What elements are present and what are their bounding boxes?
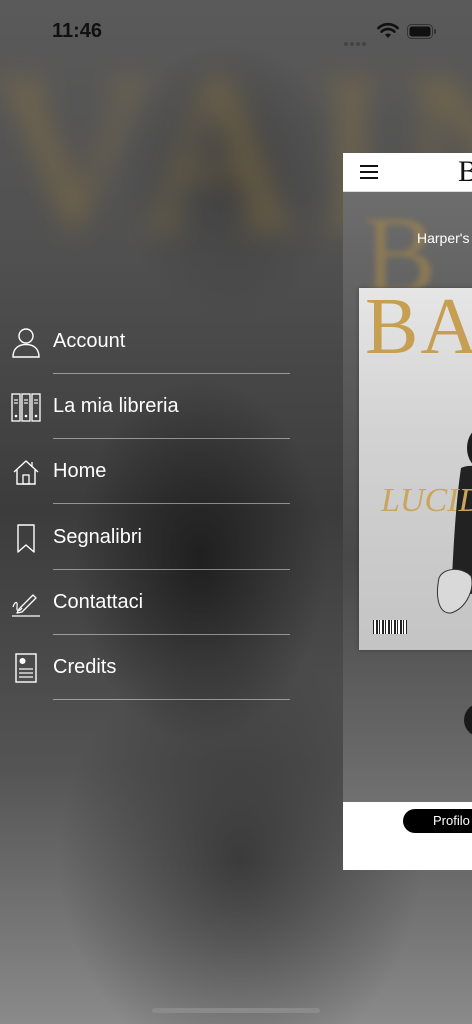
battery-icon: [407, 24, 436, 39]
menu-divider: [53, 503, 290, 504]
status-time: 11:46: [52, 20, 103, 42]
menu-label-bookmarks: Segnalibri: [53, 526, 142, 548]
menu-divider: [53, 699, 290, 700]
menu-label-contact: Contattaci: [53, 591, 144, 613]
menu-item-bookmarks[interactable]: Segnalibri: [0, 506, 300, 570]
home-icon: [13, 460, 39, 485]
content-header: B: [343, 153, 472, 192]
barcode-icon: [373, 620, 407, 634]
status-bar: 11:46: [0, 0, 472, 60]
cover-headline: LUCID: [381, 482, 472, 519]
menu-label-credits: Credits: [53, 656, 117, 678]
library-icon: [11, 393, 41, 422]
hamburger-menu-icon[interactable]: [360, 165, 378, 179]
menu-label-account: Account: [53, 330, 126, 352]
menu-divider: [53, 634, 290, 635]
magazine-subtitle: Harper's: [417, 230, 470, 246]
cover-title: BAZ: [365, 288, 472, 371]
menu-item-contact[interactable]: Contattaci: [0, 571, 300, 635]
profile-button-label: Profilo: [433, 813, 470, 828]
content-footer: Profilo: [343, 802, 472, 870]
menu-item-account[interactable]: Account: [0, 310, 300, 374]
profile-button[interactable]: Profilo: [403, 809, 472, 833]
wifi-icon: [377, 22, 399, 38]
menu-item-library[interactable]: La mia libreria: [0, 375, 300, 439]
signature-pen-icon: [12, 594, 40, 617]
menu-item-home[interactable]: Home: [0, 440, 300, 504]
content-body: B Harper's BAZ LUCID: [343, 192, 472, 802]
menu-divider: [53, 373, 290, 374]
brand-logo: B: [458, 155, 472, 188]
main-content-card[interactable]: B B Harper's BAZ LUCID Profilo: [343, 153, 472, 870]
cellular-signal-icon: [344, 33, 370, 46]
menu-divider: [53, 438, 290, 439]
menu-divider: [53, 569, 290, 570]
menu-label-home: Home: [53, 460, 107, 482]
menu-item-credits[interactable]: Credits: [0, 636, 300, 700]
id-card-icon: [15, 653, 37, 683]
bookmark-icon: [17, 524, 35, 553]
person-icon: [12, 328, 40, 358]
magazine-cover[interactable]: BAZ LUCID: [359, 288, 472, 650]
menu-label-library: La mia libreria: [53, 395, 179, 417]
home-indicator[interactable]: [152, 1008, 320, 1013]
